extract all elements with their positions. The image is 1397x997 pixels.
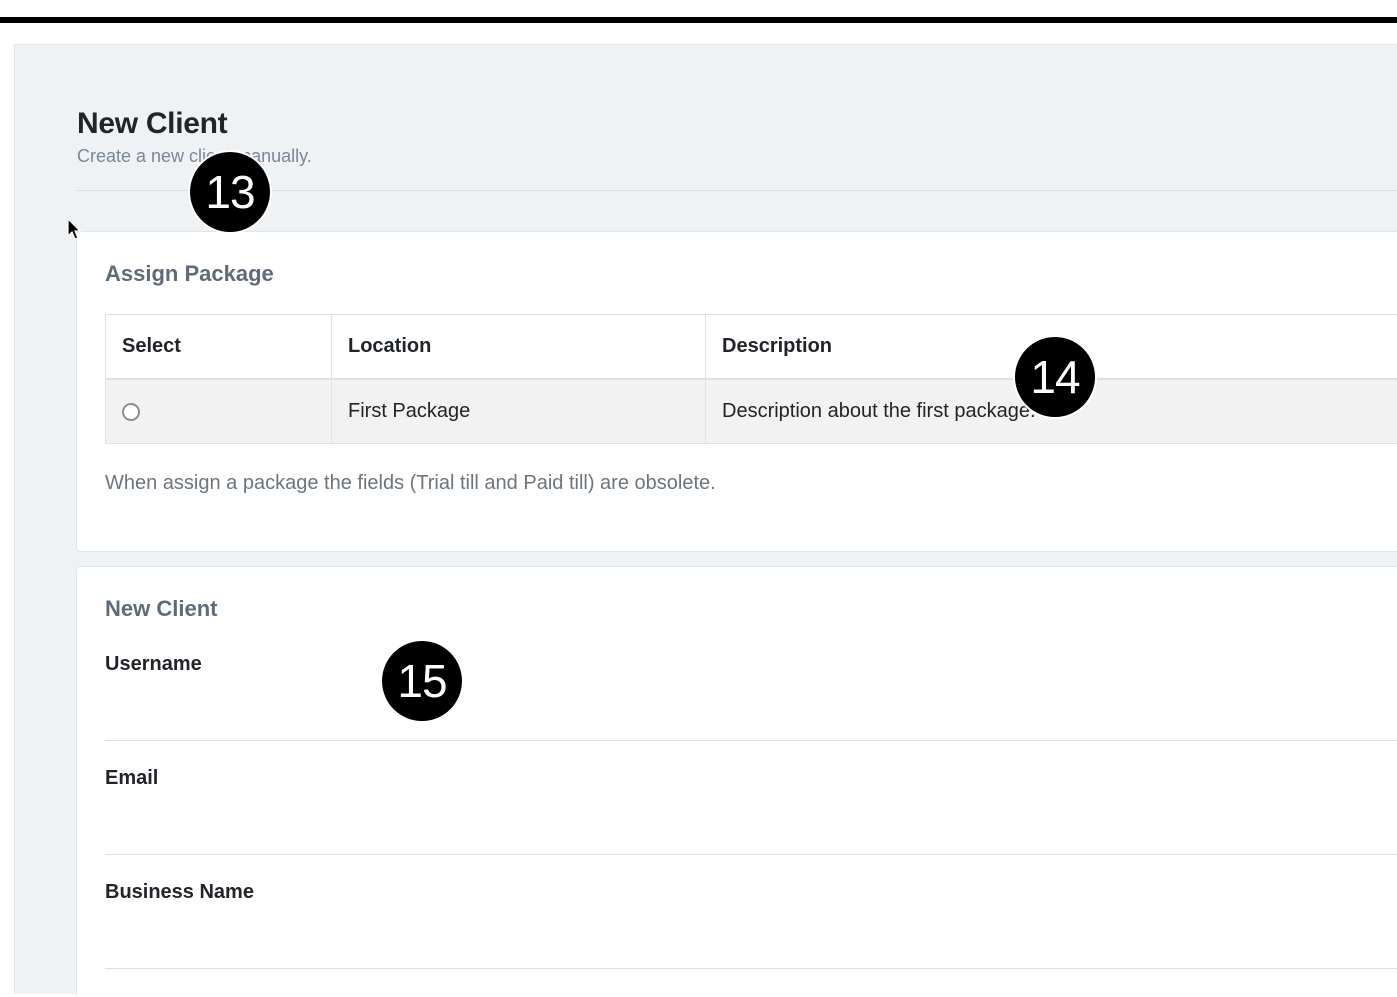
location-cell: First Package bbox=[332, 379, 706, 444]
assign-package-title: Assign Package bbox=[105, 261, 274, 287]
business-name-input[interactable] bbox=[105, 930, 1397, 969]
page-subtitle: Create a new client manually. bbox=[77, 146, 312, 167]
username-input[interactable] bbox=[105, 702, 1397, 741]
package-table: Select Location Description First Packag… bbox=[105, 314, 1397, 444]
new-client-form-title: New Client bbox=[105, 596, 217, 622]
step-marker-13: 13 bbox=[190, 152, 270, 232]
package-note: When assign a package the fields (Trial … bbox=[105, 472, 716, 495]
email-input[interactable] bbox=[105, 816, 1397, 855]
select-cell bbox=[106, 379, 332, 444]
business-name-label: Business Name bbox=[105, 881, 254, 904]
page-title: New Client bbox=[77, 107, 227, 141]
step-marker-15: 15 bbox=[382, 641, 462, 721]
step-marker-14: 14 bbox=[1015, 337, 1095, 417]
package-radio-button[interactable] bbox=[122, 403, 140, 421]
column-header-select: Select bbox=[106, 315, 332, 380]
email-label: Email bbox=[105, 767, 158, 790]
username-label: Username bbox=[105, 653, 202, 676]
table-header-row: Select Location Description bbox=[106, 315, 1397, 380]
table-row[interactable]: First Package Description about the firs… bbox=[106, 379, 1397, 444]
new-client-card: New Client Username Email Business Name bbox=[76, 566, 1397, 997]
assign-package-card: Assign Package Select Location Descripti… bbox=[76, 231, 1397, 552]
header-divider bbox=[77, 190, 1397, 191]
top-rule bbox=[0, 17, 1397, 23]
column-header-location: Location bbox=[332, 315, 706, 380]
mouse-cursor-icon bbox=[67, 218, 83, 242]
